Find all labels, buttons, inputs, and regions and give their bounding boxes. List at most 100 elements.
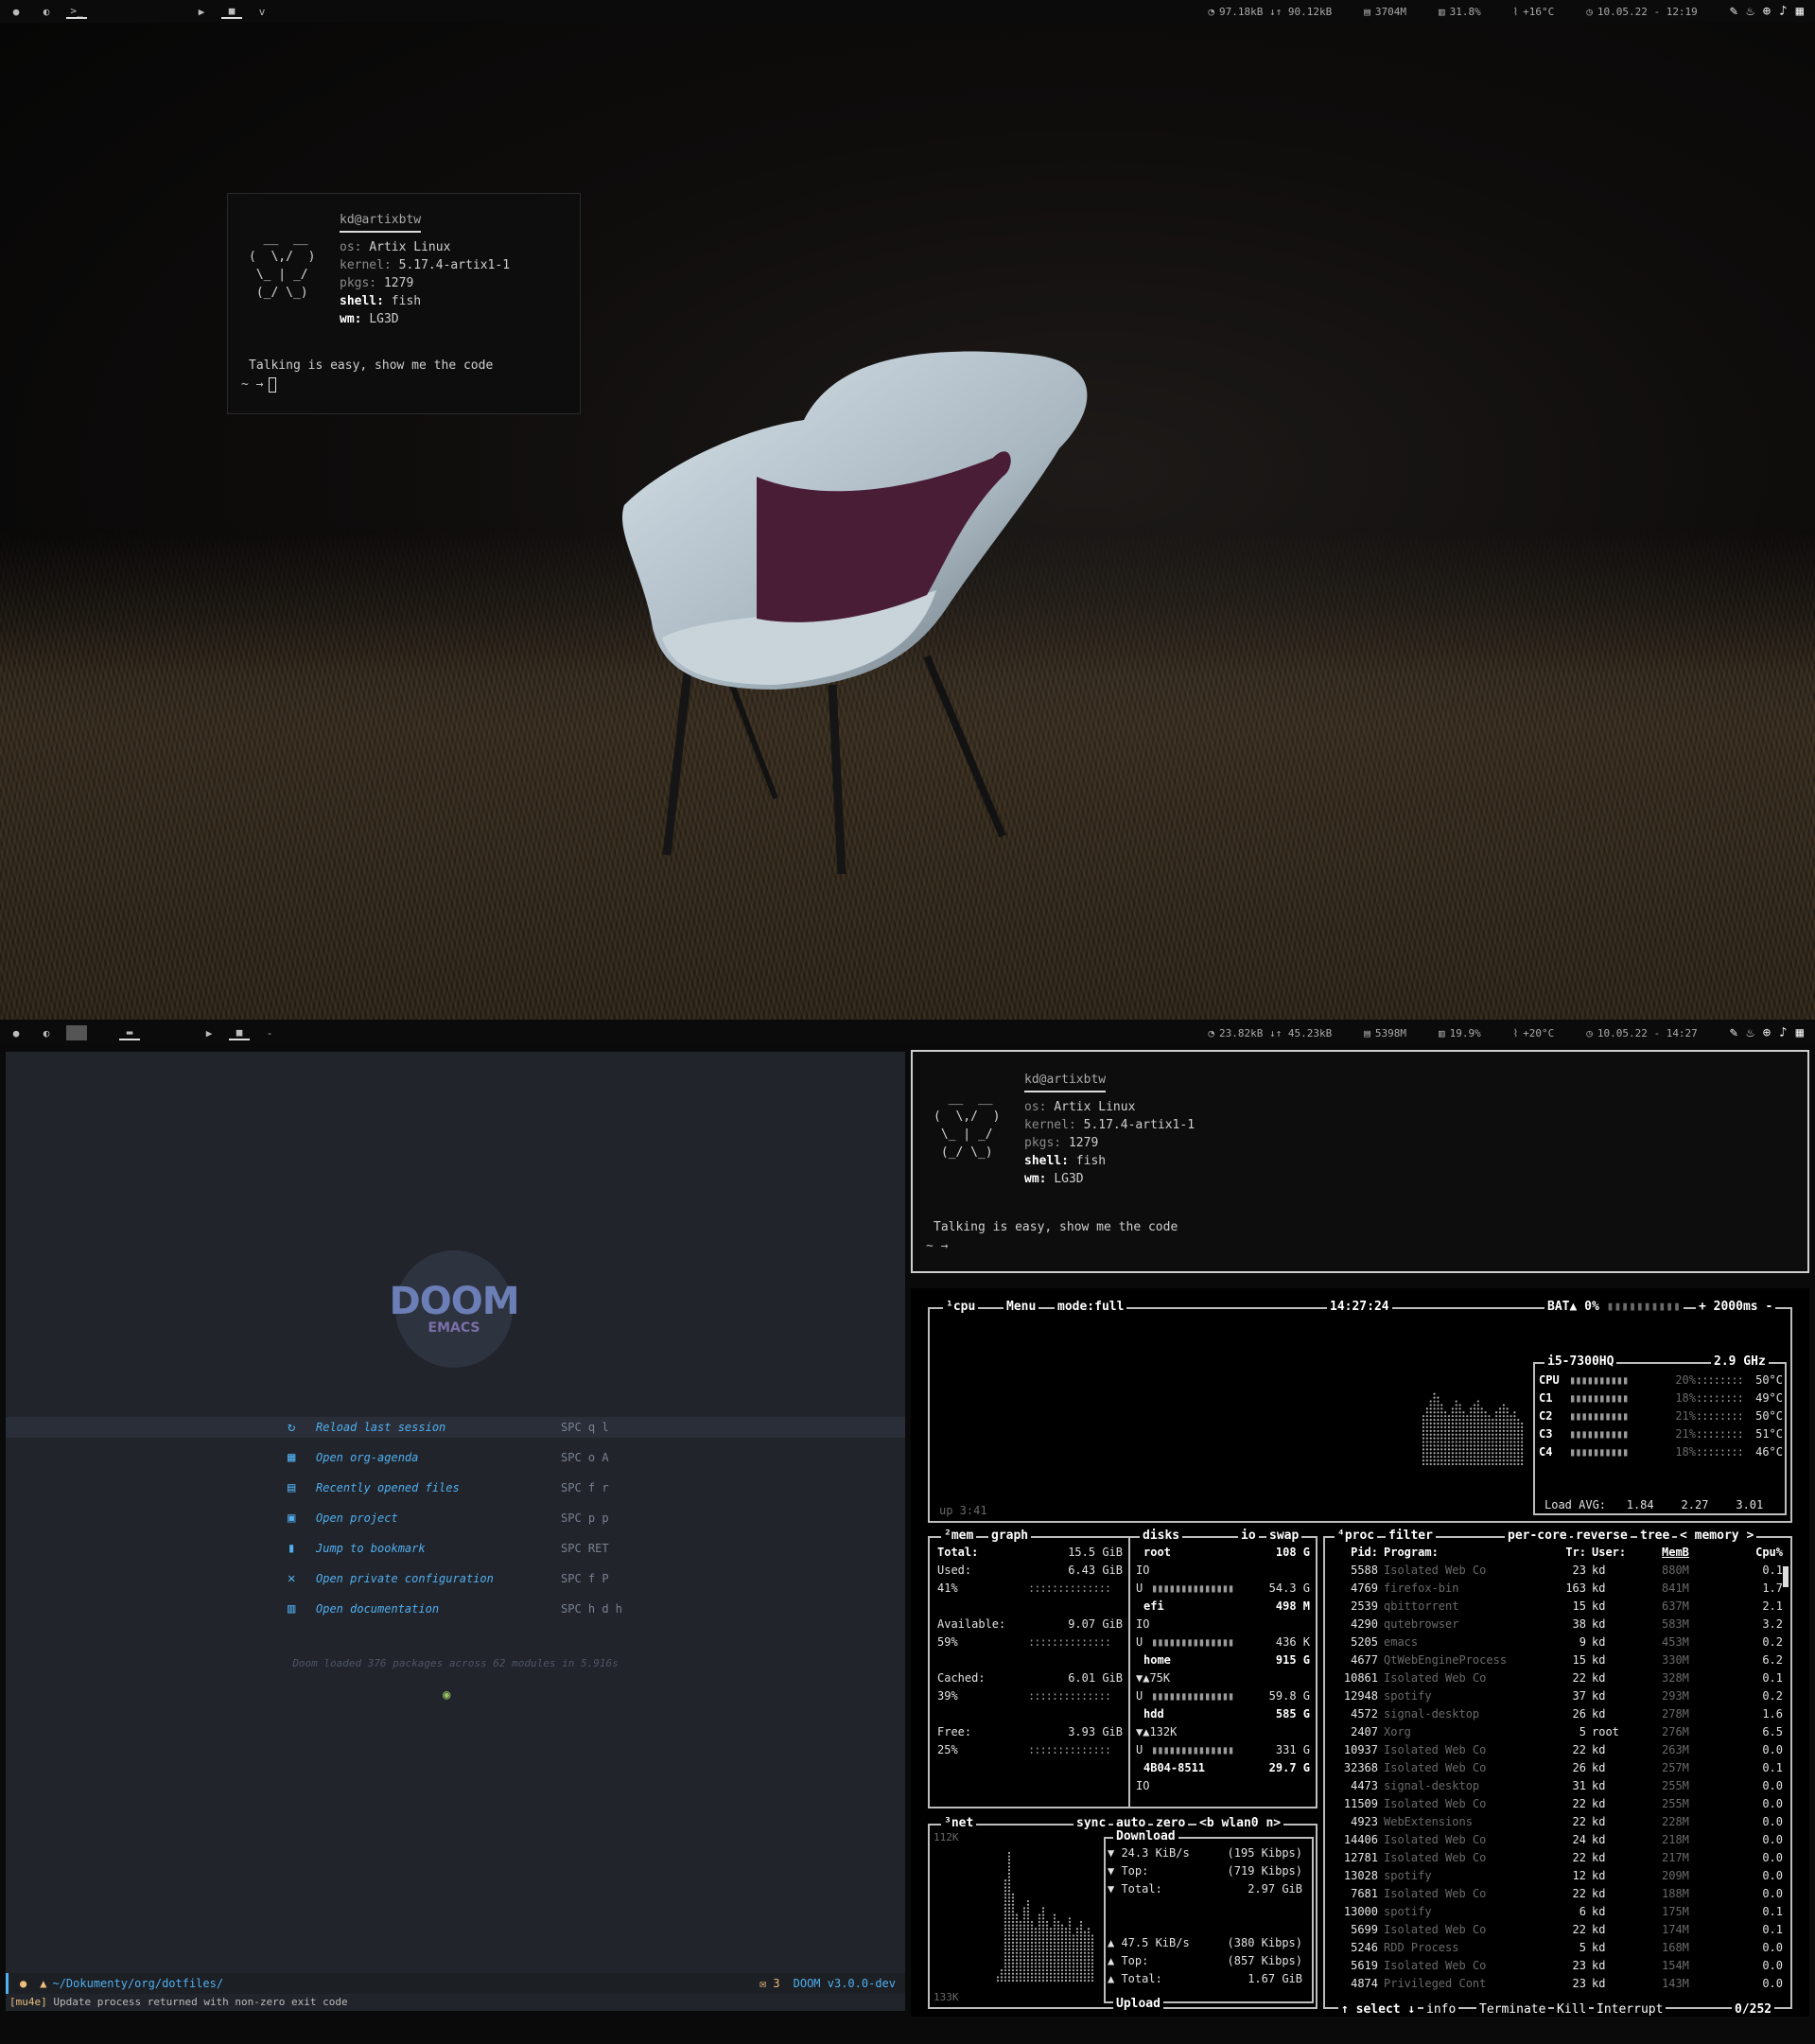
- process-row[interactable]: 11509 Isolated Web Co 22 kd 255M 0.0: [1331, 1795, 1787, 1813]
- process-row[interactable]: 2407 Xorg 5 root 276M 6.5: [1331, 1723, 1787, 1741]
- mode-toggle[interactable]: mode:full: [1055, 1300, 1127, 1314]
- graph-dot: [1026, 1928, 1030, 1930]
- globe-icon[interactable]: ⊕: [1763, 4, 1771, 19]
- process-row[interactable]: 5205 emacs 9 kd 453M 0.2: [1331, 1633, 1787, 1651]
- io-toggle[interactable]: io: [1238, 1529, 1259, 1543]
- flame-icon[interactable]: ♨: [1746, 4, 1754, 19]
- core-percent: 18%: [1675, 1391, 1696, 1405]
- graph-dot: [1488, 1452, 1491, 1455]
- process-row[interactable]: 4473 signal-desktop 31 kd 255M 0.0: [1331, 1777, 1787, 1795]
- play-icon[interactable]: ▶: [199, 1025, 219, 1040]
- proc-filter[interactable]: filter: [1386, 1529, 1436, 1543]
- flame-icon[interactable]: ♨: [1746, 1025, 1754, 1040]
- proc-kill-action[interactable]: Kill: [1554, 2002, 1590, 2017]
- net-sync-toggle[interactable]: sync: [1073, 1816, 1109, 1830]
- process-row[interactable]: 10861 Isolated Web Co 22 kd 328M 0.1: [1331, 1669, 1787, 1687]
- process-row[interactable]: 10937 Isolated Web Co 22 kd 263M 0.0: [1331, 1741, 1787, 1759]
- net-box-title[interactable]: ³net: [941, 1816, 977, 1830]
- proc-scrollbar[interactable]: [1783, 1566, 1789, 1587]
- mem-graph-toggle[interactable]: graph: [988, 1529, 1032, 1543]
- per-core-toggle[interactable]: per-core: [1505, 1529, 1570, 1543]
- process-row[interactable]: 14406 Isolated Web Co 24 kd 218M 0.0: [1331, 1831, 1787, 1849]
- dashboard-documentation[interactable]: ▥ Open documentation SPC h d h: [6, 1599, 905, 1619]
- net-interface[interactable]: <b wlan0 n>: [1196, 1816, 1284, 1830]
- cpu-box-title[interactable]: ¹cpu: [943, 1300, 979, 1314]
- process-row[interactable]: 4769 firefox-bin 163 kd 841M 1.7: [1331, 1580, 1787, 1598]
- proc-select-action[interactable]: ↑ select ↓: [1338, 2002, 1419, 2017]
- process-row[interactable]: 2539 qbittorrent 15 kd 637M 2.1: [1331, 1598, 1787, 1616]
- workspace-1[interactable]: ●: [6, 1025, 26, 1040]
- dashboard-open-project[interactable]: ▣ Open project SPC p p: [6, 1508, 905, 1529]
- sort-selector[interactable]: < memory >: [1677, 1529, 1757, 1543]
- workspace-1[interactable]: ●: [6, 4, 26, 19]
- dashboard-org-agenda[interactable]: ▦ Open org-agenda SPC o A: [6, 1447, 905, 1468]
- process-row[interactable]: 4923 WebExtensions 22 kd 228M 0.0: [1331, 1813, 1787, 1831]
- layout-indicator[interactable]: -: [259, 1025, 280, 1040]
- workspace-3[interactable]: [66, 1025, 87, 1040]
- pin-icon[interactable]: ✎: [1730, 4, 1737, 19]
- globe-icon[interactable]: ⊕: [1763, 1025, 1771, 1040]
- proc-interrupt-action[interactable]: Interrupt: [1594, 2002, 1667, 2017]
- menu-button[interactable]: Menu: [1003, 1300, 1039, 1314]
- layout-indicator[interactable]: v: [252, 4, 272, 19]
- process-row[interactable]: 5699 Isolated Web Co 22 kd 174M 0.1: [1331, 1921, 1787, 1939]
- layout-icon[interactable]: ▦: [1796, 1025, 1804, 1040]
- graph-dot: [1506, 1418, 1509, 1422]
- graph-dot: [1045, 1938, 1049, 1941]
- emacs-window[interactable]: DOOM EMACS ↻ Reload last session SPC q l…: [6, 1052, 905, 2011]
- graph-dot: [1030, 1951, 1034, 1954]
- play-icon[interactable]: ▶: [191, 4, 212, 19]
- graph-dot: [1038, 1972, 1041, 1975]
- workspace-4[interactable]: ▬: [119, 1025, 140, 1040]
- btop-window[interactable]: ¹cpu Menu mode:full 14:27:24 BAT▲ 0% ▮▮▮…: [911, 1288, 1809, 2017]
- graph-dot: [1015, 1976, 1019, 1979]
- net-zero-toggle[interactable]: zero: [1153, 1816, 1189, 1830]
- pin-icon[interactable]: ✎: [1730, 1025, 1737, 1040]
- mail-icon[interactable]: ✉ 3: [759, 1977, 780, 1990]
- wifi-icon: ◔: [1208, 5, 1214, 18]
- volume-icon[interactable]: ♪: [1779, 4, 1787, 19]
- proc-cell: 228M: [1662, 1815, 1689, 1828]
- tree-toggle[interactable]: tree: [1637, 1529, 1673, 1543]
- process-row[interactable]: 4290 qutebrowser 38 kd 583M 3.2: [1331, 1616, 1787, 1633]
- swap-toggle[interactable]: swap: [1266, 1529, 1302, 1543]
- volume-icon[interactable]: ♪: [1779, 1025, 1787, 1040]
- process-row[interactable]: 5588 Isolated Web Co 23 kd 880M 0.1: [1331, 1562, 1787, 1580]
- process-row[interactable]: 7681 Isolated Web Co 22 kd 188M 0.0: [1331, 1885, 1787, 1903]
- process-row[interactable]: 13000 spotify 6 kd 175M 0.1: [1331, 1903, 1787, 1921]
- net-auto-toggle[interactable]: auto: [1113, 1816, 1149, 1830]
- record-icon[interactable]: ■: [229, 1025, 250, 1040]
- workspace-2[interactable]: ◐: [36, 4, 57, 19]
- shell-prompt[interactable]: ~ →: [241, 376, 277, 393]
- workspace-3[interactable]: >_: [66, 4, 87, 19]
- proc-info-action[interactable]: info: [1423, 2002, 1459, 2017]
- process-row[interactable]: 12781 Isolated Web Co 22 kd 217M 0.0: [1331, 1849, 1787, 1867]
- disks-title[interactable]: disks: [1140, 1529, 1183, 1543]
- graph-dot: [1451, 1441, 1454, 1443]
- proc-cell: qbittorrent: [1384, 1599, 1459, 1613]
- dashboard-recent-files[interactable]: ▤ Recently opened files SPC f r: [6, 1477, 905, 1498]
- process-row[interactable]: 13028 spotify 12 kd 209M 0.0: [1331, 1867, 1787, 1885]
- process-row[interactable]: 4572 signal-desktop 26 kd 278M 1.6: [1331, 1705, 1787, 1723]
- proc-terminate-action[interactable]: Terminate: [1476, 2002, 1549, 2017]
- reverse-toggle[interactable]: reverse: [1573, 1529, 1631, 1543]
- process-row[interactable]: 12948 spotify 37 kd 293M 0.2: [1331, 1687, 1787, 1705]
- dashboard-private-config[interactable]: ✕ Open private configuration SPC f P: [6, 1568, 905, 1589]
- process-row[interactable]: 5619 Isolated Web Co 23 kd 154M 0.0: [1331, 1957, 1787, 1975]
- dashboard-bookmark[interactable]: ▮ Jump to bookmark SPC RET: [6, 1538, 905, 1559]
- mem-box-title[interactable]: ²mem: [941, 1529, 977, 1543]
- workspace-2[interactable]: ◐: [36, 1025, 57, 1040]
- layout-icon[interactable]: ▦: [1796, 4, 1804, 19]
- process-row[interactable]: 4677 QtWebEngineProcess 15 kd 330M 6.2: [1331, 1651, 1787, 1669]
- github-icon[interactable]: ◉: [443, 1687, 460, 1703]
- terminal-fetch-top[interactable]: __ __ ( \,/ ) \_ | _/ (_/ \_) kd@artixbt…: [227, 193, 581, 414]
- process-row[interactable]: 5246 RDD Process 5 kd 168M 0.0: [1331, 1939, 1787, 1957]
- update-interval[interactable]: + 2000ms -: [1696, 1300, 1776, 1314]
- process-row[interactable]: 4874 Privileged Cont 23 kd 143M 0.0: [1331, 1975, 1787, 1993]
- dashboard-reload-session[interactable]: ↻ Reload last session SPC q l: [6, 1417, 905, 1438]
- proc-box-title[interactable]: ⁴proc: [1335, 1529, 1378, 1543]
- terminal-fetch-bottom[interactable]: __ __ ( \,/ ) \_ | _/ (_/ \_) kd@artixbt…: [911, 1050, 1809, 1273]
- shell-prompt[interactable]: ~ →: [926, 1237, 948, 1255]
- process-row[interactable]: 32368 Isolated Web Co 26 kd 257M 0.1: [1331, 1759, 1787, 1777]
- record-icon[interactable]: ■: [221, 4, 242, 19]
